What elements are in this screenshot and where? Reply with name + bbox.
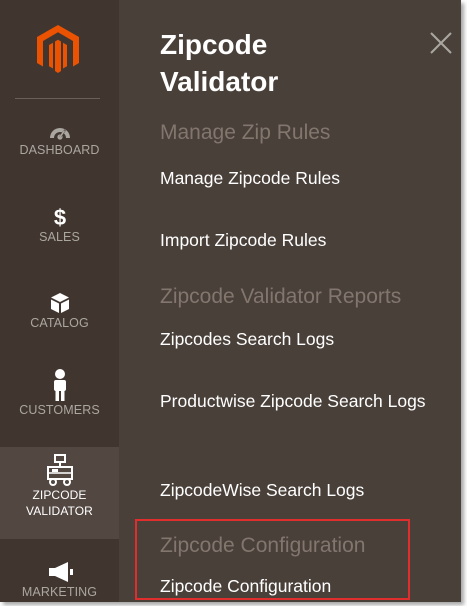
- admin-menu-window: DASHBOARD $ SALES CATALOG CUSTOMERS ZIPC…: [0, 0, 461, 602]
- menu-link-productwise-zipcode-search-logs[interactable]: Productwise Zipcode Search Logs: [160, 388, 440, 414]
- sidebar-item-customers[interactable]: CUSTOMERS: [0, 368, 119, 418]
- menu-link-zipcodes-search-logs[interactable]: Zipcodes Search Logs: [160, 326, 440, 352]
- box-icon: [50, 293, 69, 313]
- submenu-title-line1: Zipcode: [160, 29, 268, 60]
- magento-logo-icon[interactable]: [35, 23, 81, 75]
- sidebar-item-label-line1: ZIPCODE: [32, 488, 87, 502]
- sidebar-item-catalog[interactable]: CATALOG: [0, 291, 119, 331]
- menu-link-zipcodewise-search-logs[interactable]: ZipcodeWise Search Logs: [160, 477, 440, 503]
- sidebar-item-label: SALES: [39, 230, 80, 244]
- highlight-box: [135, 519, 410, 600]
- sidebar-item-marketing[interactable]: MARKETING: [0, 560, 119, 600]
- sidebar-item-dashboard[interactable]: DASHBOARD: [0, 120, 119, 158]
- close-icon[interactable]: [428, 30, 454, 56]
- sidebar-item-zipcode-validator[interactable]: ZIPCODE VALIDATOR: [0, 447, 119, 539]
- svg-text:$: $: [53, 205, 65, 229]
- section-heading-zipcode-validator-reports: Zipcode Validator Reports: [160, 285, 402, 308]
- sidebar-item-label-line2: VALIDATOR: [26, 504, 93, 518]
- menu-link-import-zipcode-rules[interactable]: Import Zipcode Rules: [160, 227, 440, 253]
- megaphone-icon: [48, 562, 73, 582]
- logo-divider: [15, 98, 100, 99]
- sidebar-item-sales[interactable]: $ SALES: [0, 205, 119, 245]
- dashboard-gauge-icon: [49, 128, 70, 140]
- person-icon: [53, 369, 66, 401]
- zipcode-validator-icon: [46, 454, 73, 486]
- sidebar-item-label: DASHBOARD: [19, 143, 100, 157]
- submenu-title-line2: Validator: [160, 66, 279, 97]
- dollar-icon: $: [53, 205, 65, 229]
- sidebar-item-label: CATALOG: [30, 316, 89, 330]
- section-heading-manage-zip-rules: Manage Zip Rules: [160, 121, 331, 144]
- sidebar-item-label: CUSTOMERS: [19, 403, 100, 417]
- menu-link-manage-zipcode-rules[interactable]: Manage Zipcode Rules: [160, 165, 440, 191]
- submenu-title: Zipcode Validator: [160, 26, 400, 100]
- sidebar-item-label: MARKETING: [21, 585, 98, 599]
- sidebar: DASHBOARD $ SALES CATALOG CUSTOMERS ZIPC…: [0, 0, 119, 602]
